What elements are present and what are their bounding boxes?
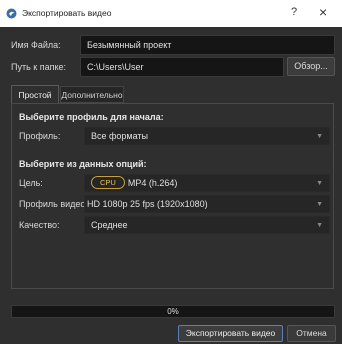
quality-select[interactable]: Среднее ▼ [84,216,330,234]
export-video-button[interactable]: Экспортировать видео [178,325,283,342]
folder-path-label: Путь к папке: [11,62,67,72]
target-select-value: MP4 (h.264) [127,178,178,188]
help-button[interactable]: ? [291,6,297,18]
browse-button[interactable]: Обзор... [287,57,335,76]
quality-select-value: Среднее [91,220,128,230]
close-button[interactable]: × [319,4,327,20]
chevron-down-icon: ▼ [316,222,323,229]
options-section-heading: Выберите из данных опций: [19,159,147,169]
profile-select[interactable]: Все форматы ▼ [84,127,330,145]
file-name-input[interactable]: Безымянный проект [80,35,335,55]
folder-path-input[interactable]: C:\Users\User [80,57,284,77]
progress-label: 0% [167,307,179,316]
window-title: Экспортировать видео [22,8,112,18]
export-video-dialog: Экспортировать видео ? × Имя Файла: Безы… [0,0,342,344]
profile-label: Профиль: [19,131,61,141]
quality-label: Качество: [19,220,60,230]
video-profile-label: Профиль видео: [19,199,88,209]
tab-advanced[interactable]: Дополнительно [60,86,124,103]
chevron-down-icon: ▼ [316,133,323,140]
cpu-badge: CPU [91,176,125,189]
chevron-down-icon: ▼ [316,201,323,208]
video-profile-select[interactable]: HD 1080p 25 fps (1920x1080) ▼ [84,195,330,213]
profile-select-value: Все форматы [91,131,149,141]
target-label: Цель: [19,178,43,188]
export-progress-bar: 0% [11,305,335,318]
target-select[interactable]: CPU MP4 (h.264) ▼ [84,174,330,192]
simple-tab-panel: Выберите профиль для начала: Профиль: Вс… [11,103,334,289]
openshot-logo-icon [6,8,17,19]
profile-section-heading: Выберите профиль для начала: [19,112,164,122]
file-name-label: Имя Файла: [11,40,61,50]
chevron-down-icon: ▼ [316,180,323,187]
tab-simple[interactable]: Простой [11,85,59,104]
title-bar: Экспортировать видео ? × [0,0,342,27]
cancel-button[interactable]: Отмена [287,325,336,342]
video-profile-select-value: HD 1080p 25 fps (1920x1080) [87,199,208,209]
